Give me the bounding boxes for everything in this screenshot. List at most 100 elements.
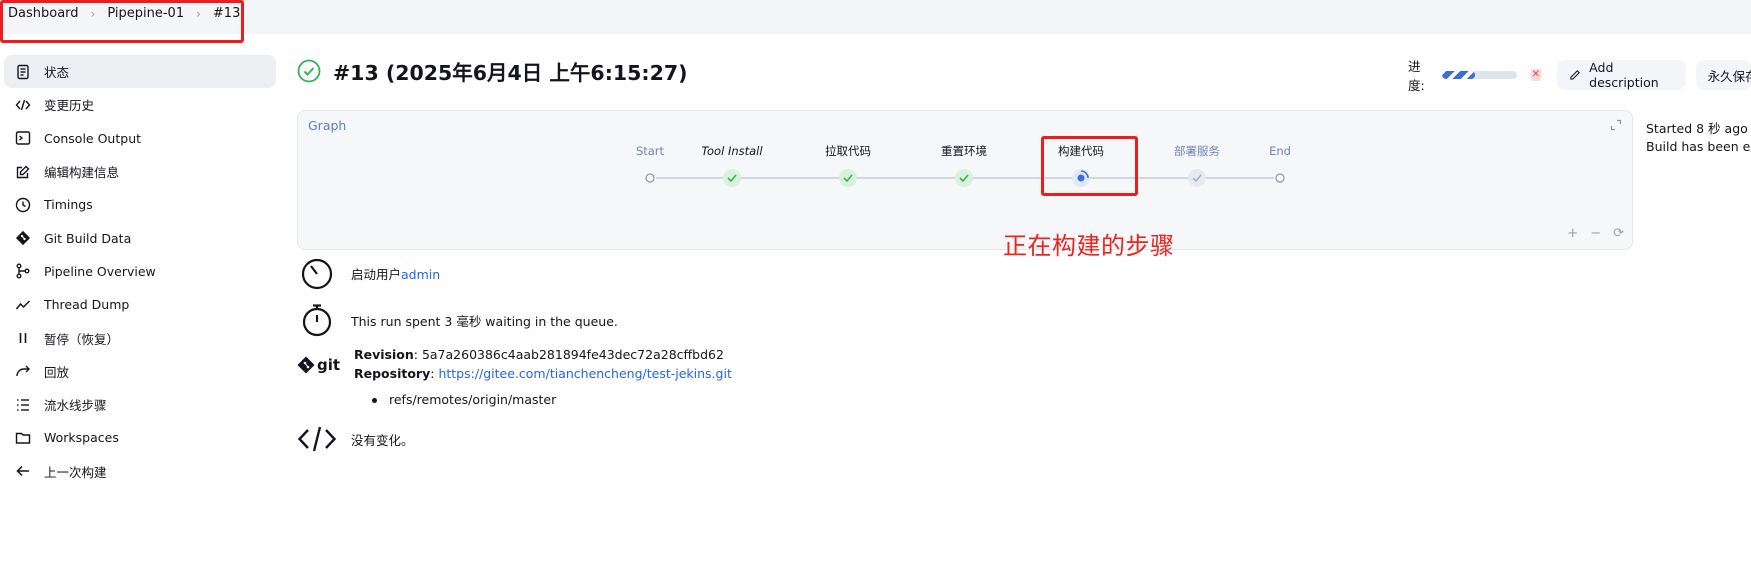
- sidebar-item-console-output[interactable]: Console Output: [4, 122, 276, 155]
- sidebar-item-label: 暂停（恢复）: [44, 331, 120, 347]
- sidebar-item-label: 上一次构建: [44, 464, 107, 480]
- sidebar-item-previous-build[interactable]: 上一次构建: [4, 455, 276, 488]
- sidebar: 状态 变更历史 Console Output 编辑构建信息 Timings Gi…: [4, 55, 276, 488]
- sidebar-item-label: Git Build Data: [44, 230, 132, 246]
- git-ref-item: refs/remotes/origin/master: [372, 392, 556, 407]
- progress-label: 进度:: [1408, 59, 1425, 93]
- sidebar-item-edit-build-info[interactable]: 编辑构建信息: [4, 155, 276, 188]
- stage-label: 部署服务: [1174, 144, 1220, 158]
- stage-label: Start: [636, 144, 665, 158]
- progress-bar[interactable]: [1441, 71, 1517, 79]
- pencil-icon: [1570, 70, 1581, 80]
- code-changes-icon: [297, 426, 337, 452]
- build-executing: Build has been executing: [1646, 139, 1751, 154]
- sidebar-item-pipeline-overview[interactable]: Pipeline Overview: [4, 255, 276, 288]
- user-link-admin[interactable]: admin: [401, 267, 440, 282]
- page-title: #13 (2025年6月4日 上午6:15:27): [333, 61, 688, 85]
- sidebar-item-label: 流水线步骤: [44, 398, 107, 414]
- pause-icon: [14, 329, 32, 347]
- sidebar-item-pipeline-steps[interactable]: 流水线步骤: [4, 388, 276, 421]
- sidebar-item-replay[interactable]: 回放: [4, 355, 276, 388]
- started-ago: Started 8 秒 ago: [1646, 121, 1748, 136]
- add-description-label: Add description: [1589, 60, 1659, 90]
- build-title-row: #13 (2025年6月4日 上午6:15:27): [297, 56, 688, 86]
- revision-value: 5a7a260386c4aab281894fe43dec72a28cffbd62: [421, 347, 724, 362]
- queue-text: This run spent 3 毫秒 waiting in the queue…: [351, 313, 618, 329]
- sidebar-item-label: 变更历史: [44, 98, 95, 114]
- no-changes-text: 没有变化。: [351, 432, 414, 448]
- cancel-build-icon[interactable]: ✕: [1530, 69, 1542, 81]
- stage-node-0[interactable]: Start: [636, 144, 665, 183]
- add-description-button[interactable]: Add description: [1557, 60, 1686, 90]
- stage-label: 重置环境: [941, 144, 987, 158]
- list-icon: [14, 396, 32, 414]
- changes-row: 没有变化。: [297, 424, 414, 454]
- stage-terminal-icon: [645, 173, 655, 183]
- code-icon: [14, 96, 32, 114]
- stage-label: 拉取代码: [825, 144, 871, 158]
- keep-forever-button[interactable]: 永久保存: [1695, 60, 1751, 90]
- stage-pending-icon: [1188, 169, 1206, 187]
- sidebar-item-pause-resume[interactable]: 暂停（恢复）: [4, 321, 276, 354]
- stage-node-5[interactable]: 部署服务: [1174, 144, 1220, 187]
- git-logo-icon: git: [297, 356, 340, 374]
- queue-row: This run spent 3 毫秒 waiting in the queue…: [297, 302, 618, 338]
- stage-label: Tool Install: [701, 144, 763, 158]
- edit-icon: [14, 163, 32, 181]
- zoom-out-button[interactable]: −: [1590, 226, 1601, 241]
- git-wordmark: git: [317, 356, 340, 374]
- sidebar-item-status[interactable]: 状态: [4, 55, 276, 89]
- stage-node-2[interactable]: 拉取代码: [825, 144, 871, 187]
- build-actions: 进度: ✕ Add description 永久保存: [1408, 56, 1751, 94]
- sidebar-item-label: 回放: [44, 364, 70, 380]
- progress-fill: [1441, 71, 1476, 79]
- timer-icon: [301, 258, 333, 290]
- build-info-panel: Started 8 秒 ago Build has been executing: [1646, 120, 1751, 156]
- pipeline-graph-canvas: Start Tool Install 拉取代码 重置环境 构建代码 部署服务 End: [636, 144, 1291, 187]
- pipeline-graph: Graph Start Tool Install 拉取代码 重置环境 构建代码 部署服务 E…: [297, 110, 1633, 250]
- sidebar-item-timings[interactable]: Timings: [4, 188, 276, 221]
- replay-icon: [14, 362, 32, 380]
- started-by-row: 启动用户admin: [297, 255, 440, 291]
- sidebar-item-label: Workspaces: [44, 430, 119, 446]
- stage-node-1[interactable]: Tool Install: [701, 144, 763, 187]
- stage-success-icon: [839, 169, 857, 187]
- sidebar-item-workspaces[interactable]: Workspaces: [4, 421, 276, 454]
- sidebar-item-label: 编辑构建信息: [44, 165, 120, 181]
- stage-node-6[interactable]: End: [1269, 144, 1291, 183]
- stopwatch-icon: [302, 304, 332, 337]
- git-ref-text: refs/remotes/origin/master: [389, 392, 557, 407]
- chart-line-icon: [14, 296, 32, 314]
- sidebar-item-label: Timings: [44, 197, 93, 213]
- top-bar: Dashboard › Pipepine-01 › #13: [0, 0, 1751, 34]
- started-by-text: 启动用户admin: [351, 264, 440, 283]
- expand-icon[interactable]: [1610, 119, 1622, 131]
- revision-label: Revision: [354, 347, 414, 362]
- zoom-in-button[interactable]: +: [1567, 226, 1578, 241]
- git-revision-lines: Revision: 5a7a260386c4aab281894fe43dec72…: [354, 347, 732, 381]
- stage-success-icon: [955, 169, 973, 187]
- arrow-left-icon: [14, 462, 32, 480]
- highlight-box-running-stage: [1041, 136, 1138, 196]
- repository-label: Repository: [354, 365, 431, 381]
- highlight-box-breadcrumb: [0, 0, 244, 43]
- zoom-reset-button[interactable]: ⟳: [1613, 226, 1624, 241]
- zoom-controls: + − ⟳: [1567, 226, 1624, 241]
- pipeline-icon: [14, 262, 32, 280]
- sidebar-item-label: 状态: [44, 65, 70, 81]
- folder-icon: [14, 429, 32, 447]
- git-icon: [14, 229, 32, 247]
- keep-forever-label: 永久保存: [1707, 68, 1751, 84]
- repository-link[interactable]: https://gitee.com/tianchencheng/test-jek…: [438, 366, 731, 381]
- stage-node-3[interactable]: 重置环境: [941, 144, 987, 187]
- sidebar-item-thread-dump[interactable]: Thread Dump: [4, 288, 276, 321]
- success-check-icon: [297, 59, 321, 83]
- terminal-icon: [14, 129, 32, 147]
- stage-success-icon: [723, 169, 741, 187]
- bullet-icon: [372, 398, 377, 403]
- sidebar-item-git-build-data[interactable]: Git Build Data: [4, 221, 276, 254]
- document-icon: [14, 63, 32, 81]
- stage-label: End: [1269, 144, 1291, 158]
- sidebar-item-changes[interactable]: 变更历史: [4, 88, 276, 121]
- sidebar-item-label: Thread Dump: [44, 297, 130, 313]
